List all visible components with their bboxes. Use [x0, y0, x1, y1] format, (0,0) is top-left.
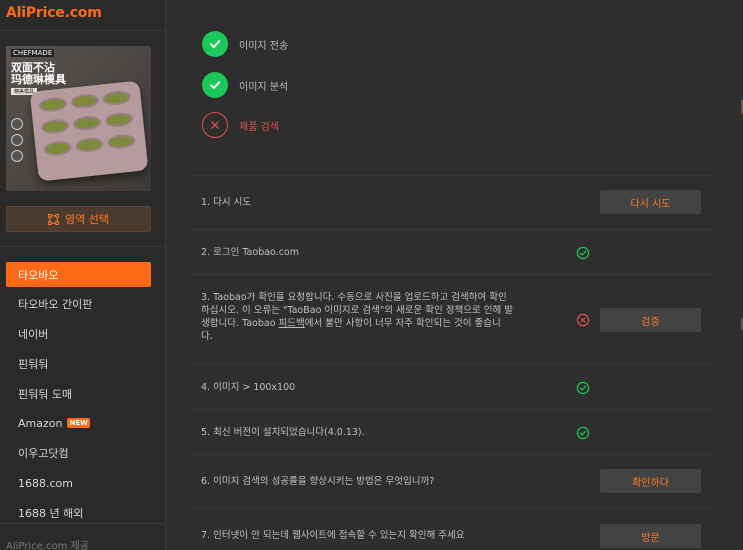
menu-item-label: 네이버 — [18, 328, 49, 342]
search-image-thumbnail: CHEFMADE 双面不沾 玛德琳模具 精美模具 — [6, 46, 151, 191]
step-image-analysis: 이미지 분석 — [202, 72, 288, 98]
retry-button[interactable]: 다시 시도 — [600, 190, 701, 214]
row-text: 4. 이미지 > 100x100 — [201, 382, 296, 393]
menu-item-1688[interactable]: 1688.com — [6, 471, 151, 496]
thumbnail-badge-icon — [11, 134, 23, 146]
aliprice-logo[interactable]: AliPrice.com — [6, 5, 102, 21]
thumbnail-title-2: 玛德琳模具 — [11, 73, 66, 86]
checklist-row-verify: 3. Taobao가 확인을 요청합니다. 수동으로 사진을 업로드하고 검색하… — [192, 275, 712, 365]
menu-item-pinduoduo-wholesale[interactable]: 핀둬둬 도매 — [6, 381, 151, 406]
row-text-fragment: 에서 불만 사항이 너무 자주 확인되는 것이 좋습니 — [304, 318, 501, 329]
source-menu: 타오바오 타오바오 간이판 네이버 핀둬둬 핀둬둬 도매 Amazon NEW 이… — [6, 262, 151, 530]
row-text: 3. Taobao가 확인을 요청합니다. 수동으로 사진을 업로드하고 검색하… — [201, 291, 513, 343]
menu-item-pinduoduo[interactable]: 핀둬둬 — [6, 351, 151, 376]
menu-item-label: 핀둬둬 도매 — [18, 387, 73, 401]
menu-item-amazon[interactable]: Amazon NEW — [6, 411, 151, 436]
crop-icon — [48, 213, 59, 225]
menu-item-taobao[interactable]: 타오바오 — [6, 262, 151, 287]
row-text: 2. 로그인 Taobao.com — [201, 247, 299, 258]
row-text: 7. 인터넷이 안 되는데 웹사이트에 접속할 수 있는지 확인해 주세요 — [201, 530, 465, 541]
thumbnail-badge-icon — [11, 118, 23, 130]
row-text-line: 생합니다. Taobao 피드백에서 불만 사항이 너무 자주 확인되는 것이 … — [201, 317, 513, 330]
verify-button[interactable]: 검증 — [600, 308, 701, 332]
select-area-button[interactable]: 영역 선택 — [6, 206, 151, 232]
checklist-row-image-size: 4. 이미지 > 100x100 — [192, 365, 712, 410]
menu-item-1688-overseas[interactable]: 1688 년 해외 — [6, 500, 151, 525]
menu-item-naver[interactable]: 네이버 — [6, 322, 151, 347]
menu-item-label: 타오바오 간이판 — [18, 298, 93, 312]
menu-item-label: 이우고닷컴 — [18, 447, 69, 461]
row-text: 1. 다시 시도 — [201, 197, 252, 208]
sidebar: AliPrice.com CHEFMADE 双面不沾 玛德琳模具 精美模具 영역… — [0, 0, 166, 550]
new-badge: NEW — [67, 418, 90, 429]
menu-item-label: 1688 년 해외 — [18, 506, 84, 520]
divider — [0, 523, 166, 524]
menu-item-label: 1688.com — [18, 476, 73, 490]
checklist-row-network: 7. 인터넷이 안 되는데 웹사이트에 접속할 수 있는지 확인해 주세요 방문 — [192, 509, 712, 550]
check-circle-icon — [576, 246, 590, 260]
row-text: 6. 이미지 검색의 성공률을 향상시키는 방법은 무엇입니까? — [201, 476, 435, 487]
checklist-row-login: 2. 로그인 Taobao.com — [192, 230, 712, 275]
divider — [0, 30, 166, 31]
divider — [0, 246, 166, 247]
menu-item-taobao-lite[interactable]: 타오바오 간이판 — [6, 292, 151, 317]
step-label: 제품 검색 — [239, 121, 279, 133]
checklist-row-improve-success: 6. 이미지 검색의 성공률을 향상시키는 방법은 무엇입니까? 확인하다 — [192, 455, 712, 509]
checklist-row-version: 5. 최신 버전이 설치되었습니다(4.0.13). — [192, 410, 712, 455]
powered-by-footer: AliPrice.com 제공 — [6, 541, 89, 550]
step-label: 이미지 분석 — [239, 81, 289, 93]
thumbnail-brand: CHEFMADE — [11, 49, 55, 57]
error-circle-icon — [576, 313, 590, 327]
check-circle-icon — [576, 426, 590, 440]
madeleine-pan-image — [29, 80, 149, 182]
check-circle-icon — [576, 381, 590, 395]
menu-item-label: 타오바오 — [18, 268, 59, 282]
row-text-line: 3. Taobao가 확인을 요청합니다. 수동으로 사진을 업로드하고 검색하… — [201, 292, 507, 303]
feedback-link[interactable]: 피드백 — [279, 318, 305, 329]
row-text-line: 하십시오. 이 오류는 "TaoBao 이미지로 검색"의 새로운 확인 정책으… — [201, 305, 513, 316]
row-text: 5. 최신 버전이 설치되었습니다(4.0.13). — [201, 427, 365, 438]
error-circle-icon — [202, 112, 228, 138]
thumbnail-badge-icon — [11, 150, 23, 162]
row-text-line: 다. — [201, 331, 213, 342]
check-circle-icon — [202, 72, 228, 98]
checklist-row-retry: 1. 다시 시도 다시 시도 — [192, 176, 712, 230]
menu-item-yiwugo[interactable]: 이우고닷컴 — [6, 441, 151, 466]
step-label: 이미지 전송 — [239, 40, 289, 52]
menu-item-label: 핀둬둬 — [18, 357, 49, 371]
visit-button[interactable]: 방문 — [600, 524, 701, 548]
menu-item-label: Amazon — [18, 416, 63, 430]
row-text-fragment: 생합니다. Taobao — [201, 318, 279, 329]
main-panel: 이미지 전송 이미지 분석 제품 검색 1. 다시 시도 다시 시도 2. 로그… — [166, 0, 743, 550]
step-product-search: 제품 검색 — [202, 112, 279, 138]
step-image-upload: 이미지 전송 — [202, 31, 288, 57]
select-area-label: 영역 선택 — [65, 213, 109, 226]
check-circle-icon — [202, 31, 228, 57]
check-button[interactable]: 확인하다 — [600, 469, 701, 493]
